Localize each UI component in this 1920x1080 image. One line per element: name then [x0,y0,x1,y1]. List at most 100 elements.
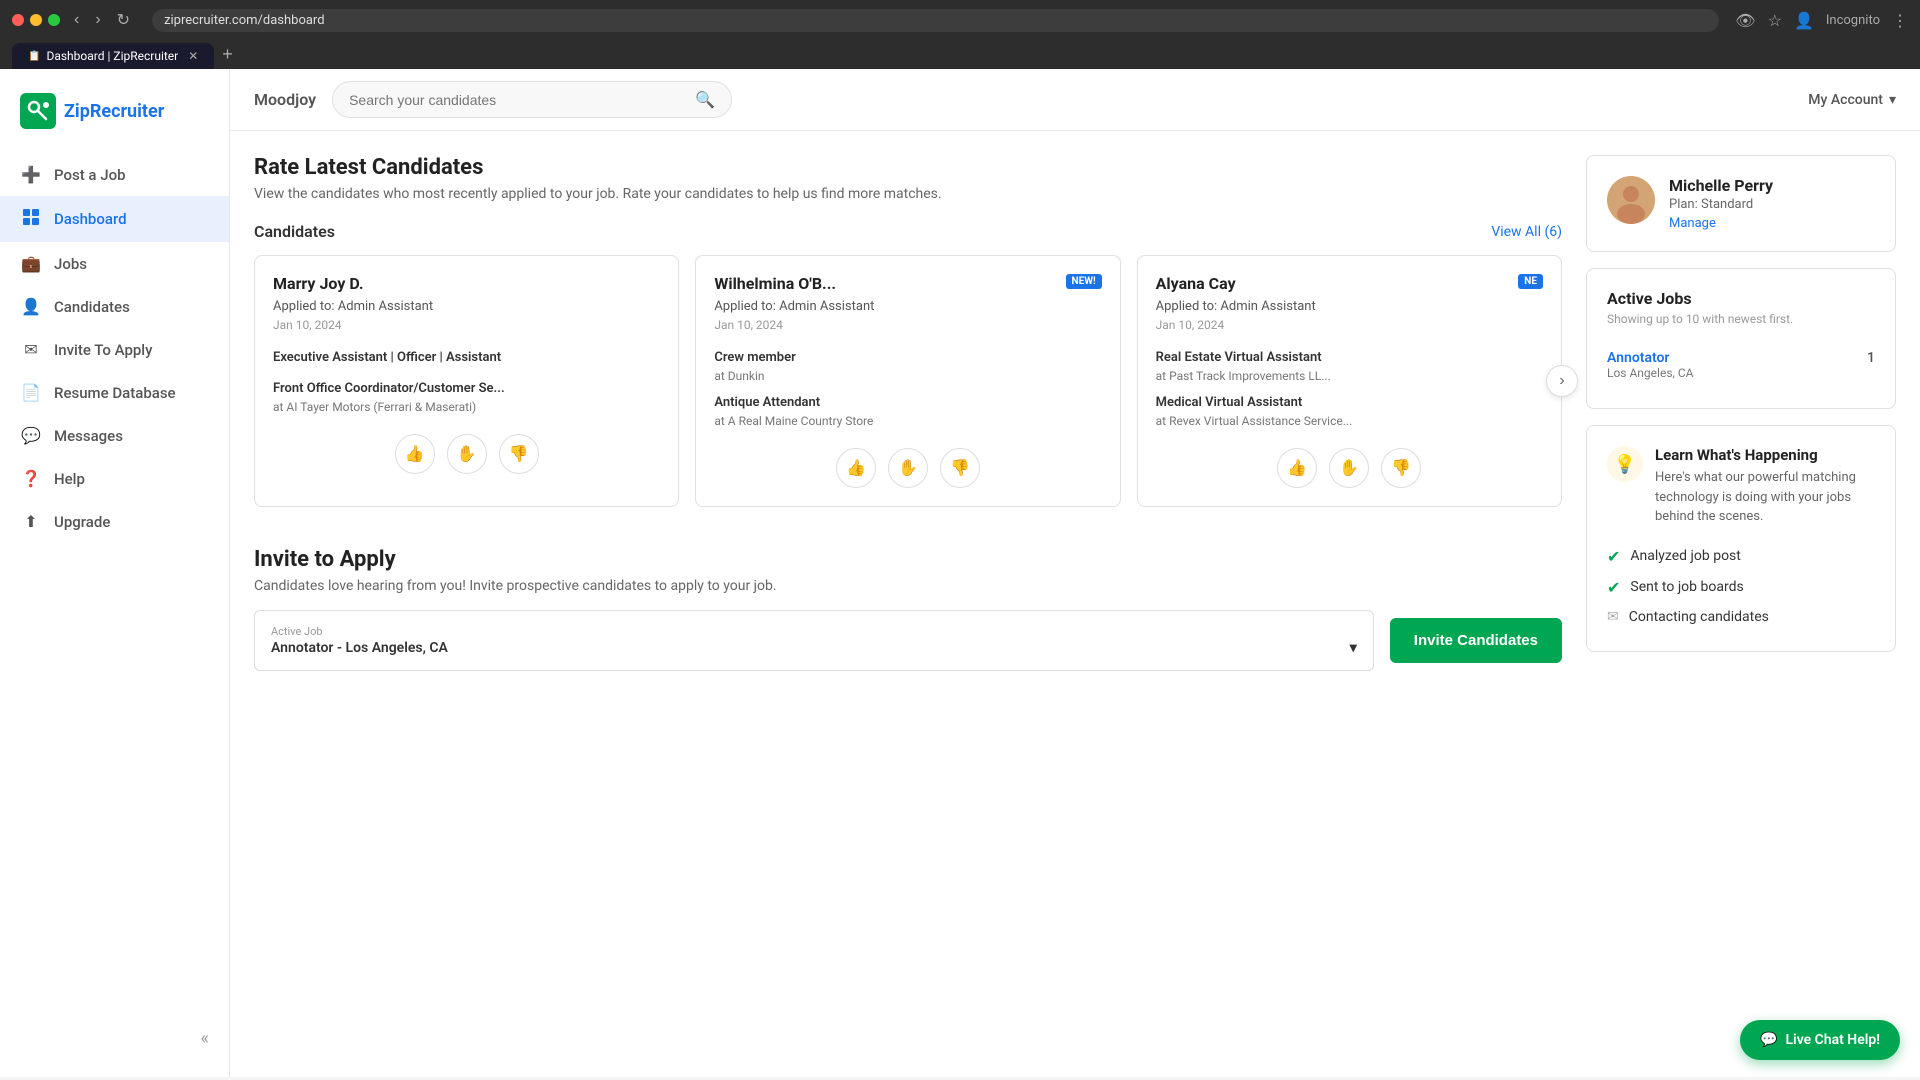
active-job-value: Annotator - Los Angeles, CA [271,640,448,656]
candidates-grid: Marry Joy D. Applied to: Admin Assistant… [254,255,1562,507]
incognito-text: Incognito [1826,11,1880,30]
topbar: Moodjoy 🔍 My Account ▾ [230,69,1920,131]
sidebar-item-jobs[interactable]: 💼 Jobs [0,242,229,285]
sidebar-item-invite-to-apply[interactable]: ✉ Invite To Apply [0,328,229,371]
address-bar[interactable]: ziprecruiter.com/dashboard [152,9,1719,32]
search-bar[interactable]: 🔍 [332,81,732,118]
search-icon: 🔍 [695,90,715,109]
profile-plan: Plan: Standard [1669,197,1875,212]
browser-nav: ‹ › ↻ [68,8,136,32]
learn-whats-happening-card: 💡 Learn What's Happening Here's what our… [1586,425,1896,652]
sidebar-item-candidates[interactable]: 👤 Candidates [0,285,229,328]
candidate-name-1: Marry Joy D. [273,274,363,293]
profile-icon[interactable]: 👤 [1794,11,1814,30]
job-company-2-1: at Dunkin [714,369,1101,383]
company-name: Moodjoy [254,90,316,109]
thumbs-down-btn-3[interactable]: 👎 [1381,448,1421,488]
thumbs-up-btn-1[interactable]: 👍 [395,434,435,474]
search-input[interactable] [349,92,687,108]
candidate-name-row-2: Wilhelmina O'B... NEW! [714,274,1101,293]
logo-area: ZipRecruiter [0,85,229,153]
sidebar-item-messages[interactable]: 💬 Messages [0,414,229,457]
sidebar-item-resume-database[interactable]: 📄 Resume Database [0,371,229,414]
active-job-dropdown[interactable]: Active Job Annotator - Los Angeles, CA ▾ [254,610,1374,671]
active-job-selector: Active Job Annotator - Los Angeles, CA ▾… [254,610,1562,671]
rate-candidates-section: Rate Latest Candidates View the candidat… [254,155,1562,507]
browser-chrome: ‹ › ↻ ziprecruiter.com/dashboard 👁 ☆ 👤 I… [0,0,1920,69]
tab-close-btn[interactable]: ✕ [188,49,198,63]
sidebar-collapse-btn[interactable]: « [0,1016,229,1061]
active-tab[interactable]: 📋 Dashboard | ZipRecruiter ✕ [12,43,214,69]
job-entry-name[interactable]: Annotator [1607,350,1693,366]
app: ZipRecruiter ➕ Post a Job Dashboard 💼 Jo… [0,69,1920,1077]
sidebar-label-dashboard: Dashboard [54,210,127,228]
sidebar-label-messages: Messages [54,427,123,445]
maybe-btn-3[interactable]: ✋ [1329,448,1369,488]
eye-icon[interactable]: 👁 [1735,11,1755,30]
sidebar-item-upgrade[interactable]: ⬆ Upgrade [0,500,229,543]
post-job-icon: ➕ [20,165,42,184]
menu-icon[interactable]: ⋮ [1892,11,1908,30]
forward-btn[interactable]: › [89,8,106,32]
job-entry-annotator: Annotator Los Angeles, CA 1 [1607,342,1875,388]
maybe-btn-1[interactable]: ✋ [447,434,487,474]
job-entry-count: 1 [1867,350,1875,366]
active-jobs-title: Active Jobs [1607,289,1875,308]
next-candidates-btn[interactable]: › [1546,365,1578,397]
thumbs-up-btn-3[interactable]: 👍 [1277,448,1317,488]
maximize-btn[interactable] [48,14,60,26]
close-btn[interactable] [12,14,24,26]
invite-candidates-button[interactable]: Invite Candidates [1390,618,1562,663]
sidebar-label-help: Help [54,470,85,488]
applied-date-3: Jan 10, 2024 [1156,318,1543,332]
manage-link[interactable]: Manage [1669,216,1875,231]
job-title-3-2: Medical Virtual Assistant [1156,395,1543,410]
applied-to-2: Applied to: Admin Assistant [714,299,1101,314]
logo[interactable]: ZipRecruiter [20,93,209,129]
sidebar-item-dashboard[interactable]: Dashboard [0,196,229,242]
active-jobs-subtitle: Showing up to 10 with newest first. [1607,312,1875,326]
rating-buttons-1: 👍 ✋ 👎 [273,434,660,474]
right-panel: Michelle Perry Plan: Standard Manage Act… [1586,155,1896,1053]
live-chat-label: Live Chat Help! [1785,1032,1880,1048]
new-badge-3: NE [1518,274,1543,289]
thumbs-down-btn-1[interactable]: 👎 [499,434,539,474]
logo-text: ZipRecruiter [64,101,164,122]
profile-card: Michelle Perry Plan: Standard Manage [1586,155,1896,252]
thumbs-down-btn-2[interactable]: 👎 [940,448,980,488]
candidate-name-row-3: Alyana Cay NE [1156,274,1543,293]
live-chat-button[interactable]: 💬 Live Chat Help! [1740,1020,1900,1060]
chevron-down-icon: ▾ [1889,92,1896,108]
invite-section-subtitle: Candidates love hearing from you! Invite… [254,578,1562,594]
reload-btn[interactable]: ↻ [111,8,136,32]
new-tab-btn[interactable]: + [214,40,241,69]
star-icon[interactable]: ☆ [1768,11,1782,30]
window-controls [12,14,60,26]
rate-section-subtitle: View the candidates who most recently ap… [254,186,1562,202]
maybe-btn-2[interactable]: ✋ [888,448,928,488]
sidebar-label-candidates: Candidates [54,298,130,316]
learn-item-label-sent: Sent to job boards [1630,579,1743,595]
checkmark-icon-analyzed: ✔ [1607,547,1620,566]
browser-tabs: 📋 Dashboard | ZipRecruiter ✕ + [12,40,1908,69]
view-all-link[interactable]: View All (6) [1491,224,1562,240]
job-title-2-1: Crew member [714,350,1101,365]
sidebar-label-invite: Invite To Apply [54,341,152,359]
learn-item-contacting: ✉ Contacting candidates [1607,603,1875,631]
job-title-3-1: Real Estate Virtual Assistant [1156,350,1543,365]
new-badge-2: NEW! [1066,274,1102,289]
back-btn[interactable]: ‹ [68,8,85,32]
applied-to-1: Applied to: Admin Assistant [273,299,660,314]
candidate-card-2: Wilhelmina O'B... NEW! Applied to: Admin… [695,255,1120,507]
learn-item-sent: ✔ Sent to job boards [1607,572,1875,603]
my-account-menu[interactable]: My Account ▾ [1808,92,1896,108]
checkmark-icon-sent: ✔ [1607,578,1620,597]
sidebar-item-post-job[interactable]: ➕ Post a Job [0,153,229,196]
resume-icon: 📄 [20,383,42,402]
minimize-btn[interactable] [30,14,42,26]
rating-buttons-2: 👍 ✋ 👎 [714,448,1101,488]
thumbs-up-btn-2[interactable]: 👍 [836,448,876,488]
candidates-header: Candidates View All (6) [254,222,1562,241]
sidebar-item-help[interactable]: ❓ Help [0,457,229,500]
learn-item-label-contacting: Contacting candidates [1629,609,1769,625]
